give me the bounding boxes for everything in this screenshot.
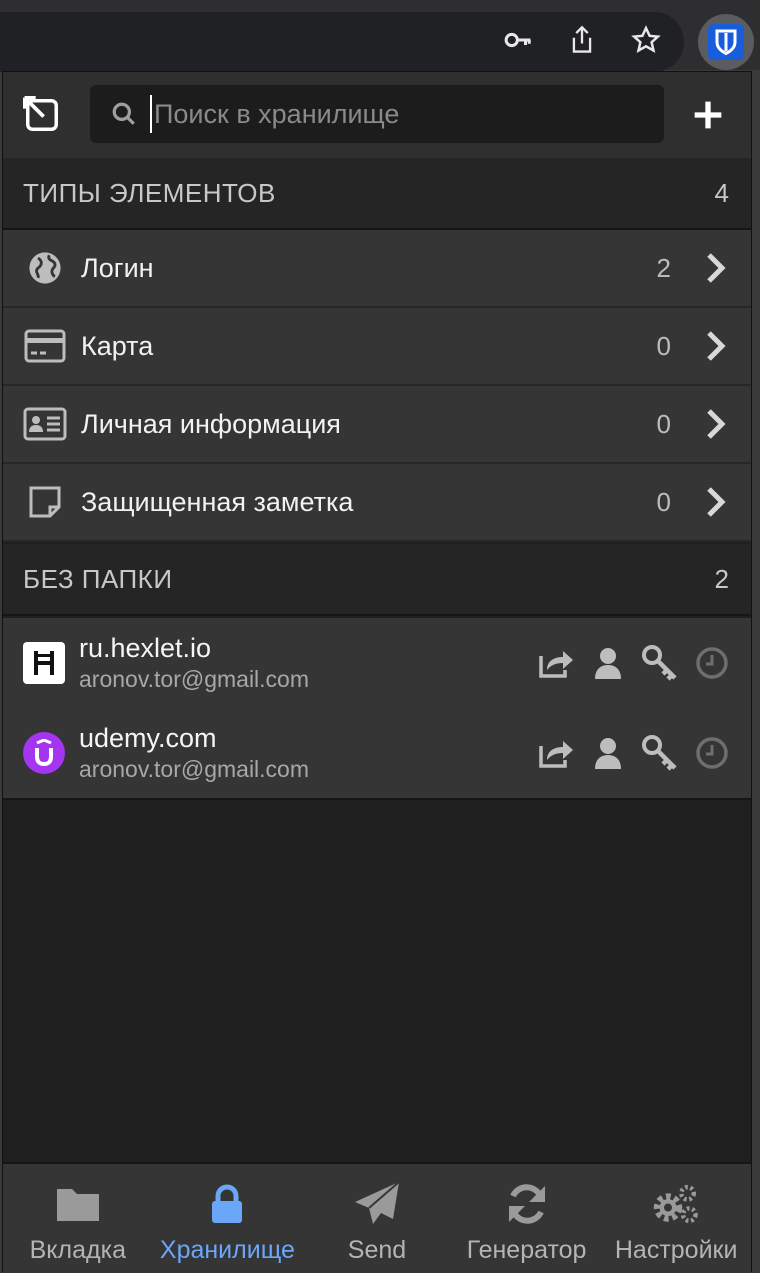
- credit-card-icon: [23, 324, 67, 368]
- section-title: БЕЗ ПАПКИ: [23, 563, 173, 594]
- tab-label: Send: [347, 1236, 407, 1264]
- tab-settings[interactable]: Настройки: [601, 1164, 751, 1273]
- add-item-button[interactable]: [687, 94, 729, 136]
- vault-item-hexlet[interactable]: ru.hexlet.io aronov.tor@gmail.com: [3, 618, 751, 708]
- folder-icon: [54, 1180, 102, 1228]
- chevron-right-icon: [701, 482, 731, 522]
- popup-header: [3, 72, 751, 160]
- clock-icon[interactable]: [691, 732, 733, 774]
- copy-username-icon[interactable]: [587, 642, 629, 684]
- section-count: 4: [714, 177, 729, 208]
- star-icon[interactable]: [626, 20, 666, 60]
- type-row-secure-note[interactable]: Защищенная заметка 0: [3, 464, 751, 542]
- section-count: 2: [714, 563, 729, 594]
- tab-label: Вкладка: [29, 1236, 126, 1264]
- bitwarden-extension-icon: [708, 24, 744, 60]
- cogs-icon: [652, 1180, 700, 1228]
- share-icon[interactable]: [562, 20, 602, 60]
- note-icon: [23, 480, 67, 524]
- type-label: Карта: [81, 330, 154, 361]
- tab-label: Хранилище: [159, 1236, 295, 1264]
- type-label: Защищенная заметка: [81, 486, 354, 517]
- clock-icon[interactable]: [691, 642, 733, 684]
- send-icon: [353, 1180, 401, 1228]
- key-icon[interactable]: [498, 20, 538, 60]
- search-box[interactable]: [90, 85, 664, 143]
- item-username: aronov.tor@gmail.com: [79, 666, 309, 692]
- tab-vault[interactable]: Хранилище: [153, 1164, 303, 1273]
- copy-password-icon[interactable]: [639, 732, 681, 774]
- tab-label: Настройки: [614, 1236, 738, 1264]
- id-card-icon: [23, 402, 67, 446]
- launch-icon[interactable]: [535, 642, 577, 684]
- item-name: udemy.com: [79, 723, 217, 753]
- section-title: ТИПЫ ЭЛЕМЕНТОВ: [23, 177, 276, 208]
- item-username: aronov.tor@gmail.com: [79, 756, 309, 782]
- type-row-card[interactable]: Карта 0: [3, 308, 751, 386]
- tab-current-tab[interactable]: Вкладка: [3, 1164, 153, 1273]
- browser-toolbar: [0, 0, 760, 72]
- popout-button[interactable]: [21, 94, 63, 136]
- type-row-identity[interactable]: Личная информация 0: [3, 386, 751, 464]
- chevron-right-icon: [701, 326, 731, 366]
- type-count: 2: [656, 252, 671, 283]
- tab-label: Генератор: [466, 1236, 587, 1264]
- tab-generator[interactable]: Генератор: [452, 1164, 602, 1273]
- launch-icon[interactable]: [535, 732, 577, 774]
- item-actions: [525, 732, 733, 774]
- tab-send[interactable]: Send: [302, 1164, 452, 1273]
- type-count: 0: [656, 330, 671, 361]
- bitwarden-extension-button[interactable]: [698, 14, 754, 70]
- chevron-right-icon: [701, 404, 731, 444]
- search-icon: [110, 100, 138, 128]
- vault-item-udemy[interactable]: udemy.com aronov.tor@gmail.com: [3, 708, 751, 798]
- udemy-favicon: [23, 732, 65, 774]
- copy-password-icon[interactable]: [639, 642, 681, 684]
- lock-icon: [203, 1180, 251, 1228]
- type-count: 0: [656, 408, 671, 439]
- type-label: Логин: [81, 252, 154, 283]
- item-actions: [525, 642, 733, 684]
- text-caret: [150, 95, 152, 133]
- plus-icon: [694, 101, 722, 129]
- item-text: ru.hexlet.io aronov.tor@gmail.com: [79, 632, 525, 694]
- bitwarden-popup: ТИПЫ ЭЛЕМЕНТОВ 4 Логин 2 Карта 0 Личная …: [3, 72, 751, 1273]
- bottom-tab-bar: Вкладка Хранилище Send Генератор Настрой…: [3, 1162, 751, 1273]
- types-section-header: ТИПЫ ЭЛЕМЕНТОВ 4: [3, 158, 751, 230]
- copy-username-icon[interactable]: [587, 732, 629, 774]
- type-label: Личная информация: [81, 408, 341, 439]
- divider: [3, 798, 751, 800]
- type-row-login[interactable]: Логин 2: [3, 230, 751, 308]
- no-folder-section-header: БЕЗ ПАПКИ 2: [3, 544, 751, 616]
- search-input[interactable]: [154, 98, 664, 130]
- globe-icon: [23, 246, 67, 290]
- type-count: 0: [656, 486, 671, 517]
- hexlet-favicon: [23, 642, 65, 684]
- refresh-icon: [503, 1180, 551, 1228]
- item-text: udemy.com aronov.tor@gmail.com: [79, 722, 525, 784]
- chevron-right-icon: [701, 248, 731, 288]
- item-name: ru.hexlet.io: [79, 633, 212, 663]
